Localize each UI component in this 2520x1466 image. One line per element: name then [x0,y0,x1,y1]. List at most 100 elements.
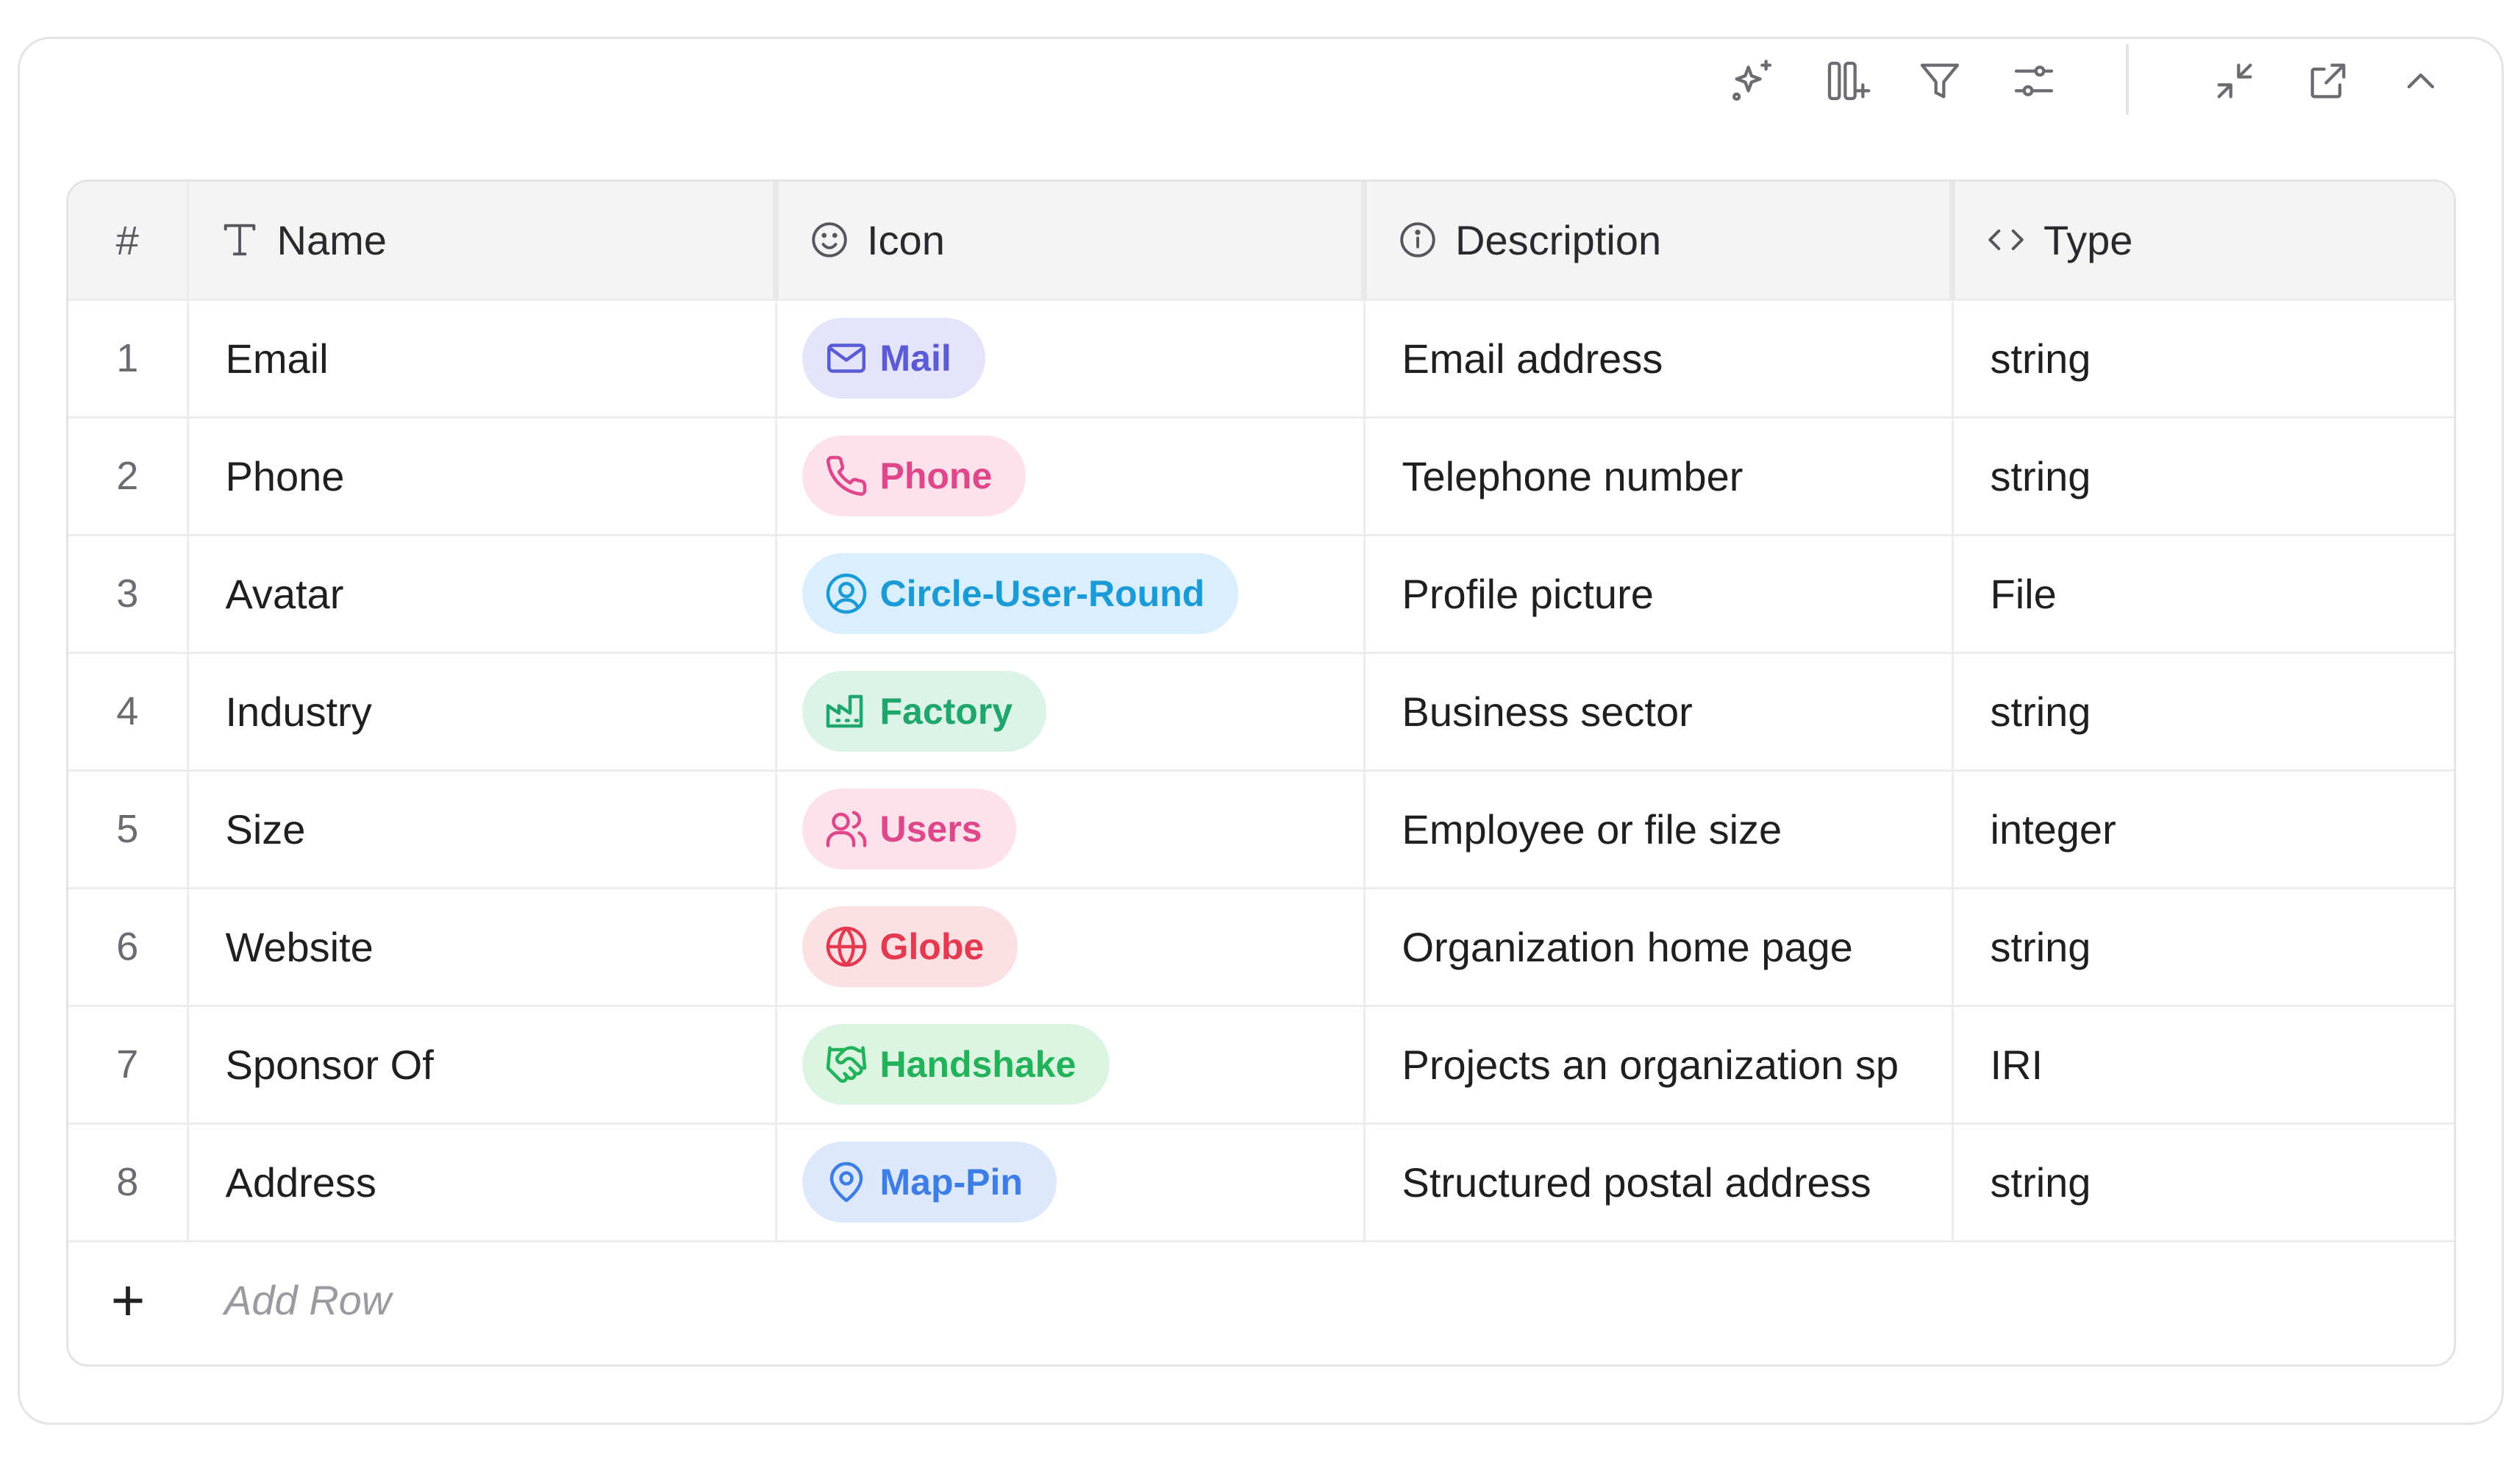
table-row[interactable]: 1 Email Mail Email address string [68,299,2454,419]
cell-description[interactable]: Business sector [1364,652,1954,772]
map-pin-icon [829,1161,863,1203]
table-row[interactable]: 7 Sponsor Of Handshake Projects an organ… [68,1006,2454,1125]
mail-icon [827,344,865,373]
cell-icon[interactable]: Globe [776,888,1366,1007]
column-header-icon-label: Icon [867,216,945,263]
table-row[interactable]: 3 Avatar Circle-User-Round Profile pictu… [68,535,2454,654]
cell-icon[interactable]: Map-Pin [776,1123,1366,1242]
icon-chip[interactable]: Map-Pin [802,1142,1057,1223]
table-row[interactable]: 2 Phone Phone Telephone number string [68,417,2454,536]
row-number: 1 [68,299,189,419]
cell-description[interactable]: Telephone number [1364,417,1954,536]
icon-chip-label: Mail [879,338,952,379]
info-icon [1400,222,1435,257]
icon-chip[interactable]: Users [802,789,1016,869]
settings-sliders-icon[interactable] [2000,47,2068,115]
icon-chip-label: Map-Pin [879,1161,1023,1203]
column-header-description-label: Description [1455,216,1662,263]
icon-chip[interactable]: Globe [802,906,1018,987]
cell-name[interactable]: Website [188,888,777,1007]
column-header-description[interactable]: Description [1364,182,1955,301]
plus-icon[interactable]: + [111,1267,146,1333]
table-row[interactable]: 4 Industry Factory Business sector strin… [68,652,2454,772]
icon-chip-label: Handshake [879,1044,1077,1085]
icon-chip-label: Phone [879,455,993,497]
icon-chip-label: Users [879,808,982,850]
smiley-icon [812,222,847,257]
cell-type[interactable]: IRI [1952,1006,2454,1125]
table-row[interactable]: 8 Address Map-Pin Structured postal addr… [68,1123,2454,1242]
cell-icon[interactable]: Factory [776,652,1366,772]
cell-description[interactable]: Profile picture [1364,535,1954,654]
cell-icon[interactable]: Users [776,770,1366,889]
globe-icon [826,926,866,967]
add-row-label-cell[interactable]: Add Row [188,1241,2454,1359]
row-number: 3 [68,535,189,654]
row-number: 5 [68,770,189,889]
circle-user-round-icon [826,573,866,614]
column-header-icon[interactable]: Icon [776,182,1367,301]
text-type-icon [224,224,255,256]
cell-description[interactable]: Structured postal address [1364,1123,1954,1242]
icon-chip-label: Factory [879,691,1013,732]
code-icon [1988,229,2024,251]
chevron-up-icon[interactable] [2387,47,2455,115]
table-row[interactable]: 6 Website Globe Organization home page s… [68,888,2454,1007]
add-row[interactable]: + Add Row [68,1241,2454,1359]
table-header-row: # Name Icon Description Type [68,182,2454,301]
cell-type[interactable]: string [1952,417,2454,536]
icon-chip[interactable]: Handshake [802,1024,1110,1105]
cell-name[interactable]: Email [188,299,777,419]
column-header-type-label: Type [2044,216,2133,263]
cell-type[interactable]: string [1952,299,2454,419]
cell-name[interactable]: Avatar [188,535,777,654]
cell-type[interactable]: string [1952,888,2454,1007]
column-header-name-label: Name [276,216,387,263]
cell-description[interactable]: Organization home page [1364,888,1954,1007]
icon-chip-label: Circle-User-Round [879,573,1205,614]
cell-description[interactable]: Email address [1364,299,1954,419]
cell-type[interactable]: string [1952,652,2454,772]
data-table: # Name Icon Description Type 1 Email Mai… [66,179,2456,1367]
cell-icon[interactable]: Circle-User-Round [776,535,1366,654]
icon-chip[interactable]: Phone [802,435,1027,516]
factory-icon [826,694,863,728]
cell-icon[interactable]: Mail [776,299,1366,419]
collapse-icon[interactable] [2201,47,2269,115]
column-header-number[interactable]: # [68,182,189,301]
row-number: 6 [68,888,189,1007]
sparkles-icon[interactable] [1718,47,1786,115]
add-row-button[interactable]: Add Row [224,1277,391,1323]
cell-name[interactable]: Industry [188,652,777,772]
toolbar-divider [2126,44,2129,115]
phone-icon [826,455,866,496]
cell-type[interactable]: string [1952,1123,2454,1242]
cell-description[interactable]: Employee or file size [1364,770,1954,889]
cell-name[interactable]: Sponsor Of [188,1006,777,1125]
cell-name[interactable]: Address [188,1123,777,1242]
row-number: 4 [68,652,189,772]
cell-description[interactable]: Projects an organization sp [1364,1006,1954,1125]
users-icon [826,811,866,847]
row-number: 2 [68,417,189,536]
filter-icon[interactable] [1906,47,1974,115]
cell-name[interactable]: Phone [188,417,777,536]
cell-icon[interactable]: Handshake [776,1006,1366,1125]
icon-chip[interactable]: Mail [802,318,985,399]
add-row-plus-cell[interactable]: + [68,1241,188,1359]
add-column-icon[interactable] [1813,47,1881,115]
column-header-type[interactable]: Type [1952,182,2454,301]
icon-chip[interactable]: Factory [802,671,1047,752]
cell-type[interactable]: File [1952,535,2454,654]
cell-type[interactable]: integer [1952,770,2454,889]
row-number: 7 [68,1006,189,1125]
table-row[interactable]: 5 Size Users Employee or file size integ… [68,770,2454,889]
handshake-icon [826,1046,866,1084]
cell-name[interactable]: Size [188,770,777,889]
icon-chip[interactable]: Circle-User-Round [802,553,1239,634]
open-external-icon[interactable] [2294,47,2362,115]
column-header-name[interactable]: Name [188,182,779,301]
icon-chip-label: Globe [879,926,985,967]
row-number: 8 [68,1123,189,1242]
cell-icon[interactable]: Phone [776,417,1366,536]
